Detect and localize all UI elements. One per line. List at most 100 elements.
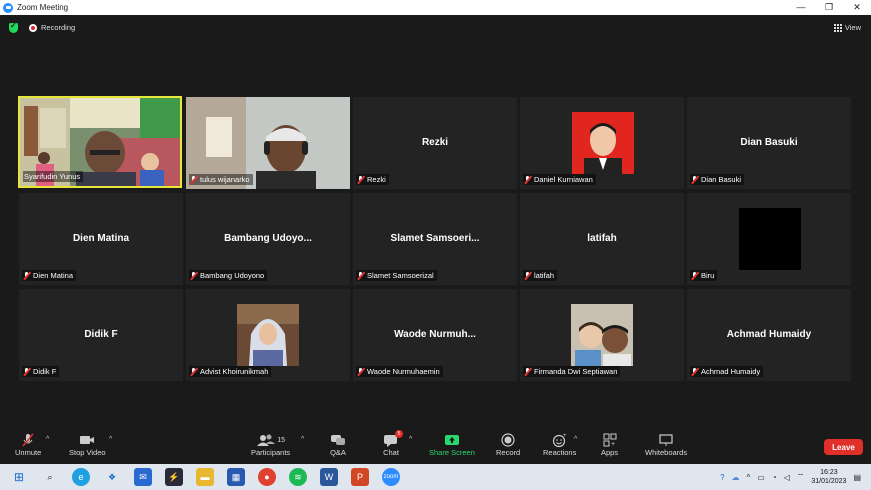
view-button[interactable]: View (833, 23, 861, 32)
mic-muted-icon (20, 432, 36, 448)
whiteboards-button[interactable]: Whiteboards (645, 432, 687, 457)
participant-tile-dien[interactable]: Dien Matina Dien Matina (19, 193, 183, 285)
participants-icon: 15 (256, 432, 285, 448)
participant-tile-didik[interactable]: Didik F Didik F (19, 289, 183, 381)
participant-tile-achmad[interactable]: Achmad Humaidy Achmad Humaidy (687, 289, 851, 381)
maximize-button[interactable]: ❐ (815, 2, 843, 13)
avatar-photo-firmanda (571, 304, 633, 366)
chat-options-caret[interactable]: ^ (409, 436, 412, 443)
participant-tile-tulus[interactable]: tulus wijanarko (186, 97, 350, 189)
reactions-options-caret[interactable]: ^ (574, 436, 577, 443)
window-titlebar: Zoom Meeting — ❐ ✕ (0, 0, 871, 15)
chat-bubble-icon: 5 (383, 430, 403, 448)
meeting-toolbar: Unmute ^ Stop Video ^ 15 Participants ^ … (0, 430, 871, 464)
mic-muted-icon (190, 175, 197, 184)
windows-start-icon[interactable]: ⊞ (10, 468, 28, 486)
participant-center-name: Dian Basuki (740, 137, 798, 148)
participants-button[interactable]: 15 Participants (251, 432, 290, 457)
recording-label: Recording (41, 23, 76, 32)
file-explorer-icon[interactable]: ▬ (196, 468, 214, 486)
participant-center-name: Achmad Humaidy (726, 329, 812, 340)
zoom-app-icon[interactable]: zoom (382, 468, 400, 486)
participant-tile-syarifudin[interactable]: Syarifudin Yunus (18, 96, 182, 188)
mic-muted-icon (524, 367, 531, 376)
spotify-icon[interactable]: ≋ (289, 468, 307, 486)
video-options-caret[interactable]: ^ (109, 436, 112, 443)
close-button[interactable]: ✕ (843, 2, 871, 13)
participant-tile-dian[interactable]: Dian Basuki Dian Basuki (687, 97, 851, 189)
participant-name-label: Slamet Samsoerizal (356, 270, 437, 281)
participant-tile-rezki[interactable]: Rezki Rezki (353, 97, 517, 189)
participant-center-name: Bambang Udoyo... (224, 233, 312, 244)
help-icon[interactable]: ? (720, 473, 724, 482)
participant-center-name: Rezki (421, 137, 449, 148)
window-title: Zoom Meeting (17, 3, 69, 12)
volume-icon[interactable]: ◁ (784, 473, 790, 482)
qa-button[interactable]: Q&A (329, 432, 347, 457)
chrome-browser-icon[interactable]: ● (258, 468, 276, 486)
record-button[interactable]: Record (496, 432, 520, 457)
mic-muted-icon (691, 271, 698, 280)
participant-name-label: Rezki (356, 174, 389, 185)
mic-muted-icon (691, 367, 698, 376)
edge-browser-icon[interactable]: e (72, 468, 90, 486)
participant-tile-latifah[interactable]: latifah latifah (520, 193, 684, 285)
onedrive-cloud-icon[interactable]: ☁ (732, 473, 740, 482)
terminal-app-icon[interactable]: ⚡ (165, 468, 183, 486)
qa-bubble-icon (329, 432, 347, 448)
show-hidden-icons-chevron-icon[interactable]: ^ (747, 473, 751, 482)
reactions-button[interactable]: + Reactions (543, 432, 576, 457)
participant-tile-advist[interactable]: Advist Khoirunikmah (186, 289, 350, 381)
avatar-photo-advist (237, 304, 299, 366)
chat-button[interactable]: 5 Chat (383, 430, 403, 457)
apps-button[interactable]: + Apps (601, 432, 618, 457)
share-screen-button[interactable]: Share Screen (429, 432, 475, 457)
participant-name-label: Advist Khoirunikmah (189, 366, 272, 377)
participant-center-name: Dien Matina (72, 233, 130, 244)
participant-center-name: Waode Nurmuh... (394, 329, 476, 340)
window-controls: — ❐ ✕ (787, 2, 871, 13)
stop-video-button[interactable]: Stop Video (69, 432, 106, 457)
participants-options-caret[interactable]: ^ (301, 436, 304, 443)
mic-muted-icon (357, 271, 364, 280)
whiteboard-icon (658, 432, 674, 448)
mail-icon[interactable]: ✉ (134, 468, 152, 486)
participant-name-label: tulus wijanarko (189, 174, 253, 185)
security-shield-icon[interactable] (9, 21, 18, 33)
recording-icon (29, 23, 37, 32)
word-icon[interactable]: W (320, 468, 338, 486)
unmute-button[interactable]: Unmute (15, 432, 41, 457)
chat-unread-badge: 5 (395, 430, 403, 438)
participant-tile-biru[interactable]: Biru (687, 193, 851, 285)
mic-muted-icon (524, 175, 531, 184)
participant-name-label: Dien Matina (22, 270, 77, 281)
battery-icon[interactable]: ▭ (757, 473, 765, 482)
notifications-icon[interactable]: ▤ (853, 473, 861, 482)
participant-name-label: Bambang Udoyono (189, 270, 268, 281)
record-icon (500, 432, 516, 448)
participant-tile-slamet[interactable]: Slamet Samsoeri... Slamet Samsoerizal (353, 193, 517, 285)
participant-name-label: Syarifudin Yunus (23, 171, 84, 182)
mic-muted-icon (190, 367, 197, 376)
avatar-photo-biru (739, 208, 801, 270)
taskbar-clock[interactable]: 16:23 31/01/2023 (811, 468, 846, 486)
apps-grid-icon: + (602, 432, 618, 448)
participant-tile-firmanda[interactable]: Firmanda Dwi Septiawan (520, 289, 684, 381)
wifi-icon[interactable]: ⌔ (797, 472, 805, 482)
minimize-button[interactable]: — (787, 2, 815, 13)
mic-muted-icon (23, 271, 30, 280)
powerpoint-icon[interactable]: P (351, 468, 369, 486)
participant-name-label: Waode Nurmuhaemin (356, 366, 443, 377)
system-tray: ? ☁ ^ ▭ ◔ ◁ ⌔ 16:23 31/01/2023 ▤ (720, 468, 861, 486)
smiley-plus-icon: + (552, 432, 568, 448)
dropbox-icon[interactable]: ❖ (103, 468, 121, 486)
leave-button[interactable]: Leave (824, 439, 863, 455)
network-icon[interactable]: ◔ (772, 473, 777, 482)
participant-name-label: Didik F (22, 366, 60, 377)
participant-tile-bambang[interactable]: Bambang Udoyo... Bambang Udoyono (186, 193, 350, 285)
store-icon[interactable]: ▦ (227, 468, 245, 486)
participant-tile-waode[interactable]: Waode Nurmuh... Waode Nurmuhaemin (353, 289, 517, 381)
search-icon[interactable]: ⌕ (41, 468, 59, 486)
unmute-options-caret[interactable]: ^ (46, 436, 49, 443)
participant-tile-daniel[interactable]: Daniel Kurniawan (520, 97, 684, 189)
